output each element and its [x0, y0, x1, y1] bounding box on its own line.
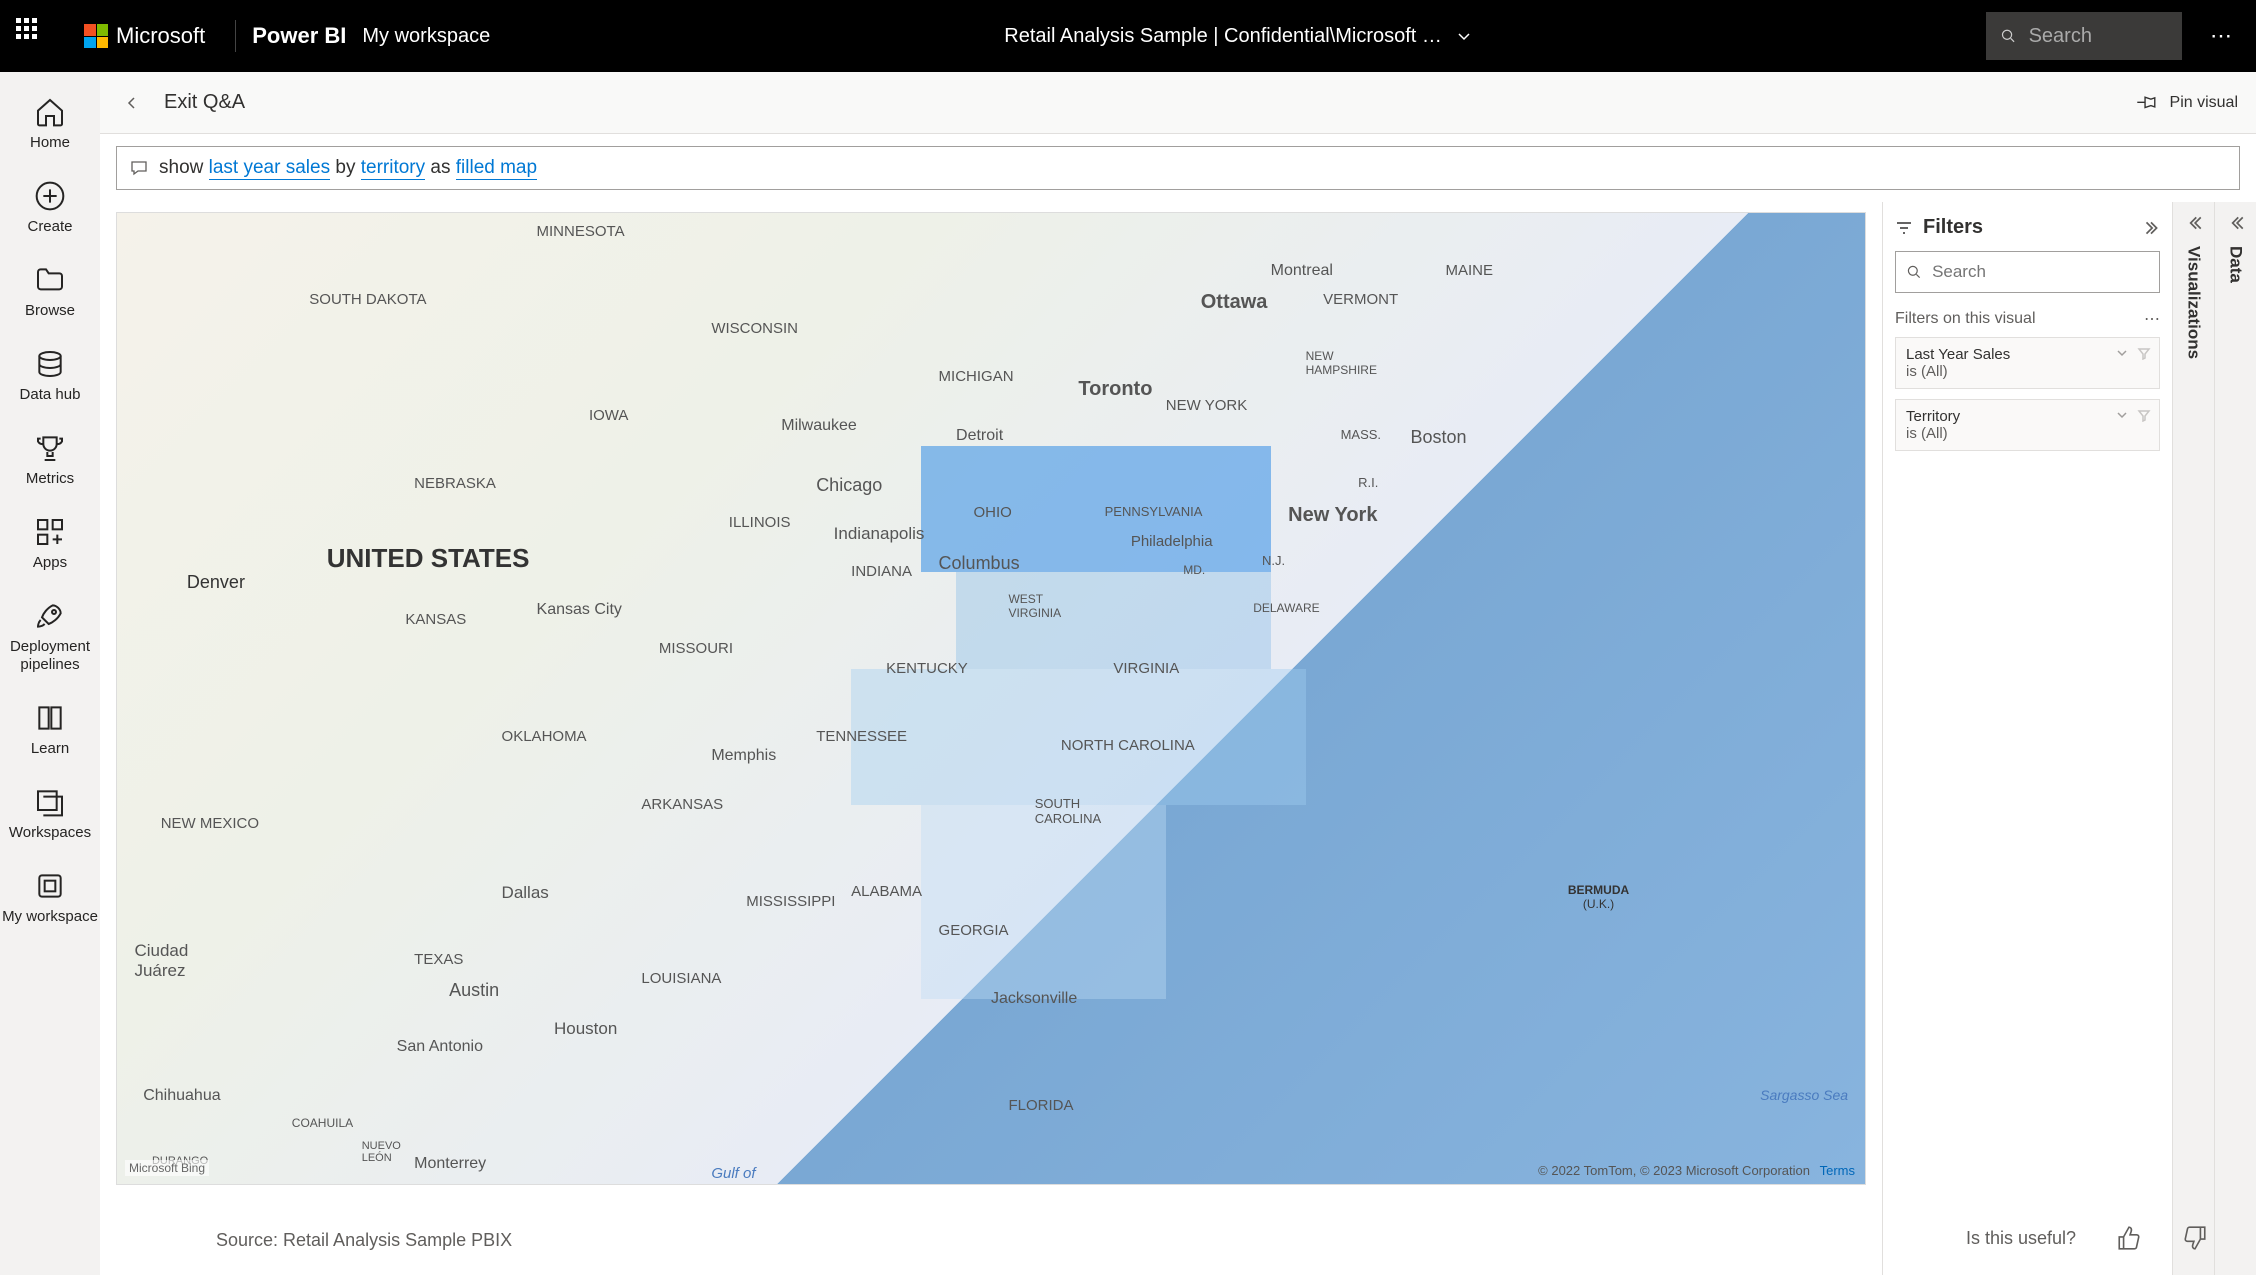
data-pane-collapsed[interactable]: Data: [2214, 202, 2256, 1275]
qna-dimension[interactable]: territory: [361, 157, 425, 180]
report-title-dropdown[interactable]: Retail Analysis Sample | Confidential\Mi…: [490, 25, 1986, 48]
chat-icon: [129, 158, 149, 178]
microsoft-logo-icon: [84, 24, 108, 48]
qna-row: show last year sales by territory as fil…: [100, 134, 2256, 202]
nav-metrics[interactable]: Metrics: [0, 418, 100, 502]
clear-filter-icon[interactable]: [2137, 346, 2151, 360]
app-brand: Power BI: [252, 23, 346, 49]
nav-data-hub[interactable]: Data hub: [0, 334, 100, 418]
visualizations-label: Visualizations: [2184, 246, 2204, 359]
expand-left-icon: [2185, 214, 2203, 232]
trophy-icon: [34, 432, 66, 464]
filter-icon: [1895, 219, 1913, 237]
pin-visual-label: Pin visual: [2170, 94, 2238, 112]
filter-card[interactable]: Territory is (All): [1895, 399, 2160, 451]
main-area: Exit Q&A Pin visual show last year sales…: [100, 72, 2256, 1275]
qna-text: show last year sales by territory as fil…: [159, 157, 537, 179]
map-country-label: UNITED STATES: [327, 543, 530, 574]
app-header: Microsoft Power BI My workspace Retail A…: [0, 0, 2256, 72]
bing-badge: Microsoft Bing: [125, 1160, 209, 1176]
microsoft-logo: Microsoft: [84, 23, 205, 49]
pin-icon: [2136, 92, 2158, 114]
nav-workspaces[interactable]: Workspaces: [0, 772, 100, 856]
filter-search-input[interactable]: [1932, 262, 2149, 282]
back-button[interactable]: [118, 89, 146, 117]
filter-card[interactable]: Last Year Sales is (All): [1895, 337, 2160, 389]
qna-input[interactable]: show last year sales by territory as fil…: [116, 146, 2240, 190]
waffle-icon[interactable]: [16, 18, 52, 54]
map-attribution: © 2022 TomTom, © 2023 Microsoft Corporat…: [1538, 1163, 1855, 1178]
map-terms-link[interactable]: Terms: [1820, 1163, 1855, 1178]
pin-visual-button[interactable]: Pin visual: [2136, 92, 2238, 114]
map-sargasso-label: Sargasso Sea: [1760, 1087, 1848, 1103]
apps-icon: [34, 516, 66, 548]
search-icon: [2000, 26, 2017, 46]
filters-pane: Filters Filters on this visual ⋯ Last Ye…: [1882, 202, 2172, 1275]
clear-filter-icon[interactable]: [2137, 408, 2151, 422]
collapse-filters-icon[interactable]: [2142, 219, 2160, 237]
rocket-icon: [34, 600, 66, 632]
nav-deployment-pipelines[interactable]: Deployment pipelines: [0, 586, 100, 688]
workspace-breadcrumb[interactable]: My workspace: [362, 25, 490, 48]
nav-rail: Home Create Browse Data hub Metrics Apps…: [0, 72, 100, 1275]
nav-apps[interactable]: Apps: [0, 502, 100, 586]
book-icon: [34, 702, 66, 734]
map-fill-ga-fl: [921, 805, 1166, 999]
plus-circle-icon: [34, 180, 66, 212]
global-search-input[interactable]: [2029, 25, 2168, 48]
qna-measure[interactable]: last year sales: [209, 157, 330, 180]
exit-qna-label[interactable]: Exit Q&A: [164, 91, 245, 114]
global-search[interactable]: [1986, 12, 2182, 60]
chevron-left-icon: [124, 95, 140, 111]
search-icon: [1906, 263, 1922, 281]
nav-create[interactable]: Create: [0, 166, 100, 250]
useful-feedback: Is this useful?: [1966, 1225, 2208, 1251]
useful-label: Is this useful?: [1966, 1228, 2076, 1249]
nav-my-workspace[interactable]: My workspace: [0, 856, 100, 940]
nav-browse[interactable]: Browse: [0, 250, 100, 334]
more-icon[interactable]: ⋯: [2202, 15, 2240, 57]
data-hub-icon: [34, 348, 66, 380]
header-divider: [235, 20, 236, 52]
qna-visual[interactable]: filled map: [456, 157, 537, 180]
filled-map-visual[interactable]: UNITED STATES MINNESOTA SOUTH DAKOTA WIS…: [116, 212, 1866, 1185]
thumbs-up-icon[interactable]: [2116, 1225, 2142, 1251]
home-icon: [34, 96, 66, 128]
chevron-down-icon[interactable]: [2115, 346, 2129, 360]
chevron-down-icon: [1456, 28, 1472, 44]
filter-search[interactable]: [1895, 251, 2160, 293]
chevron-down-icon[interactable]: [2115, 408, 2129, 422]
map-bermuda-label: BERMUDA (U.K.): [1568, 883, 1629, 911]
data-label: Data: [2226, 246, 2246, 283]
expand-left-icon: [2227, 214, 2245, 232]
nav-home[interactable]: Home: [0, 82, 100, 166]
visualizations-pane-collapsed[interactable]: Visualizations: [2172, 202, 2214, 1275]
report-title-text: Retail Analysis Sample | Confidential\Mi…: [1004, 25, 1442, 48]
workspaces-icon: [34, 786, 66, 818]
my-workspace-icon: [34, 870, 66, 902]
subheader: Exit Q&A Pin visual: [100, 72, 2256, 134]
thumbs-down-icon[interactable]: [2182, 1225, 2208, 1251]
source-label: Source: Retail Analysis Sample PBIX: [216, 1230, 512, 1251]
map-visual-wrap: UNITED STATES MINNESOTA SOUTH DAKOTA WIS…: [100, 202, 1882, 1275]
folder-icon: [34, 264, 66, 296]
nav-learn[interactable]: Learn: [0, 688, 100, 772]
filters-title: Filters: [1923, 216, 2132, 239]
filters-section-title: Filters on this visual ⋯: [1895, 309, 2160, 329]
map-fill-wv-va: [956, 572, 1271, 669]
filters-section-more-icon[interactable]: ⋯: [2144, 309, 2160, 329]
microsoft-label: Microsoft: [116, 23, 205, 49]
